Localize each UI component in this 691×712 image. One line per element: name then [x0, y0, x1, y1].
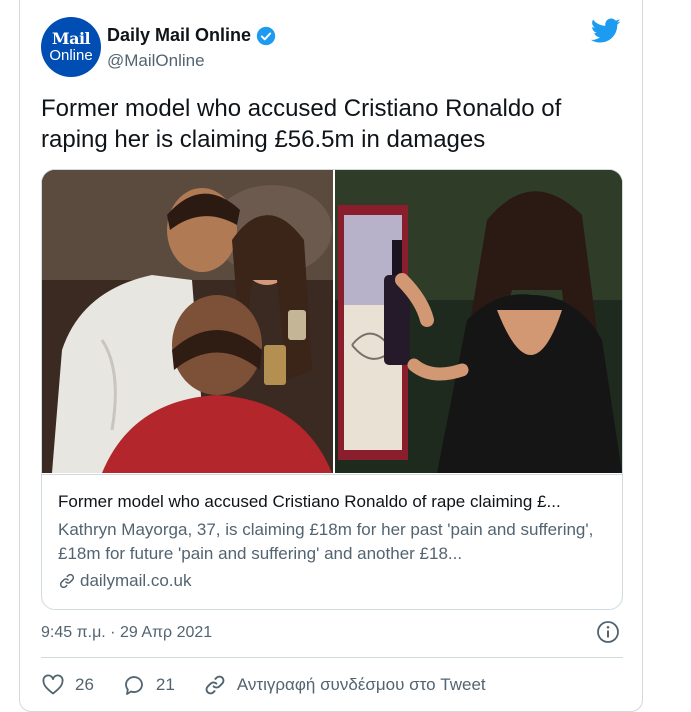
like-count: 26	[75, 675, 94, 694]
author-handle[interactable]: @MailOnline	[107, 51, 205, 71]
card-domain-text: dailymail.co.uk	[80, 571, 192, 590]
info-icon[interactable]	[596, 620, 620, 644]
copy-link-button[interactable]: Αντιγραφή συνδέσμου στο Tweet	[203, 673, 486, 697]
divider	[41, 657, 623, 658]
avatar[interactable]: Mail Online	[41, 17, 101, 77]
tweet-timestamp[interactable]: 9:45 π.μ. · 29 Απρ 2021	[41, 624, 212, 642]
author-name-row: Daily Mail Online	[107, 25, 276, 46]
link-icon	[59, 573, 75, 589]
reply-icon	[125, 676, 143, 695]
card-photo	[42, 170, 622, 473]
like-button[interactable]: 26	[41, 673, 94, 697]
verified-badge-icon	[256, 26, 276, 45]
card-domain[interactable]: dailymail.co.uk	[58, 571, 192, 591]
tweet-actions: 26 21 Αντιγραφή συνδέσμου στο Tweet	[41, 670, 514, 700]
card-title[interactable]: Former model who accused Cristiano Ronal…	[58, 492, 613, 512]
tweet-text: Former model who accused Cristiano Ronal…	[41, 95, 562, 153]
copy-link-label: Αντιγραφή συνδέσμου στο Tweet	[236, 675, 486, 694]
twitter-bird-icon[interactable]	[591, 18, 621, 44]
avatar-logo-line1: Mail	[51, 29, 91, 48]
card-image[interactable]	[42, 170, 622, 473]
reply-count: 21	[155, 675, 175, 694]
copy-link-icon	[205, 675, 225, 695]
card-body[interactable]: Former model who accused Cristiano Ronal…	[42, 474, 622, 609]
heart-icon	[42, 674, 64, 695]
tweet-embed: Mail Online Daily Mail Online @MailOnlin…	[19, 0, 643, 712]
reply-button[interactable]: 21	[122, 673, 175, 697]
author-display-name[interactable]: Daily Mail Online	[107, 25, 251, 46]
card-description: Kathryn Mayorga, 37, is claiming £18m fo…	[58, 520, 594, 563]
link-preview-card[interactable]: Former model who accused Cristiano Ronal…	[41, 169, 623, 610]
avatar-logo-line2: Online	[49, 47, 93, 64]
